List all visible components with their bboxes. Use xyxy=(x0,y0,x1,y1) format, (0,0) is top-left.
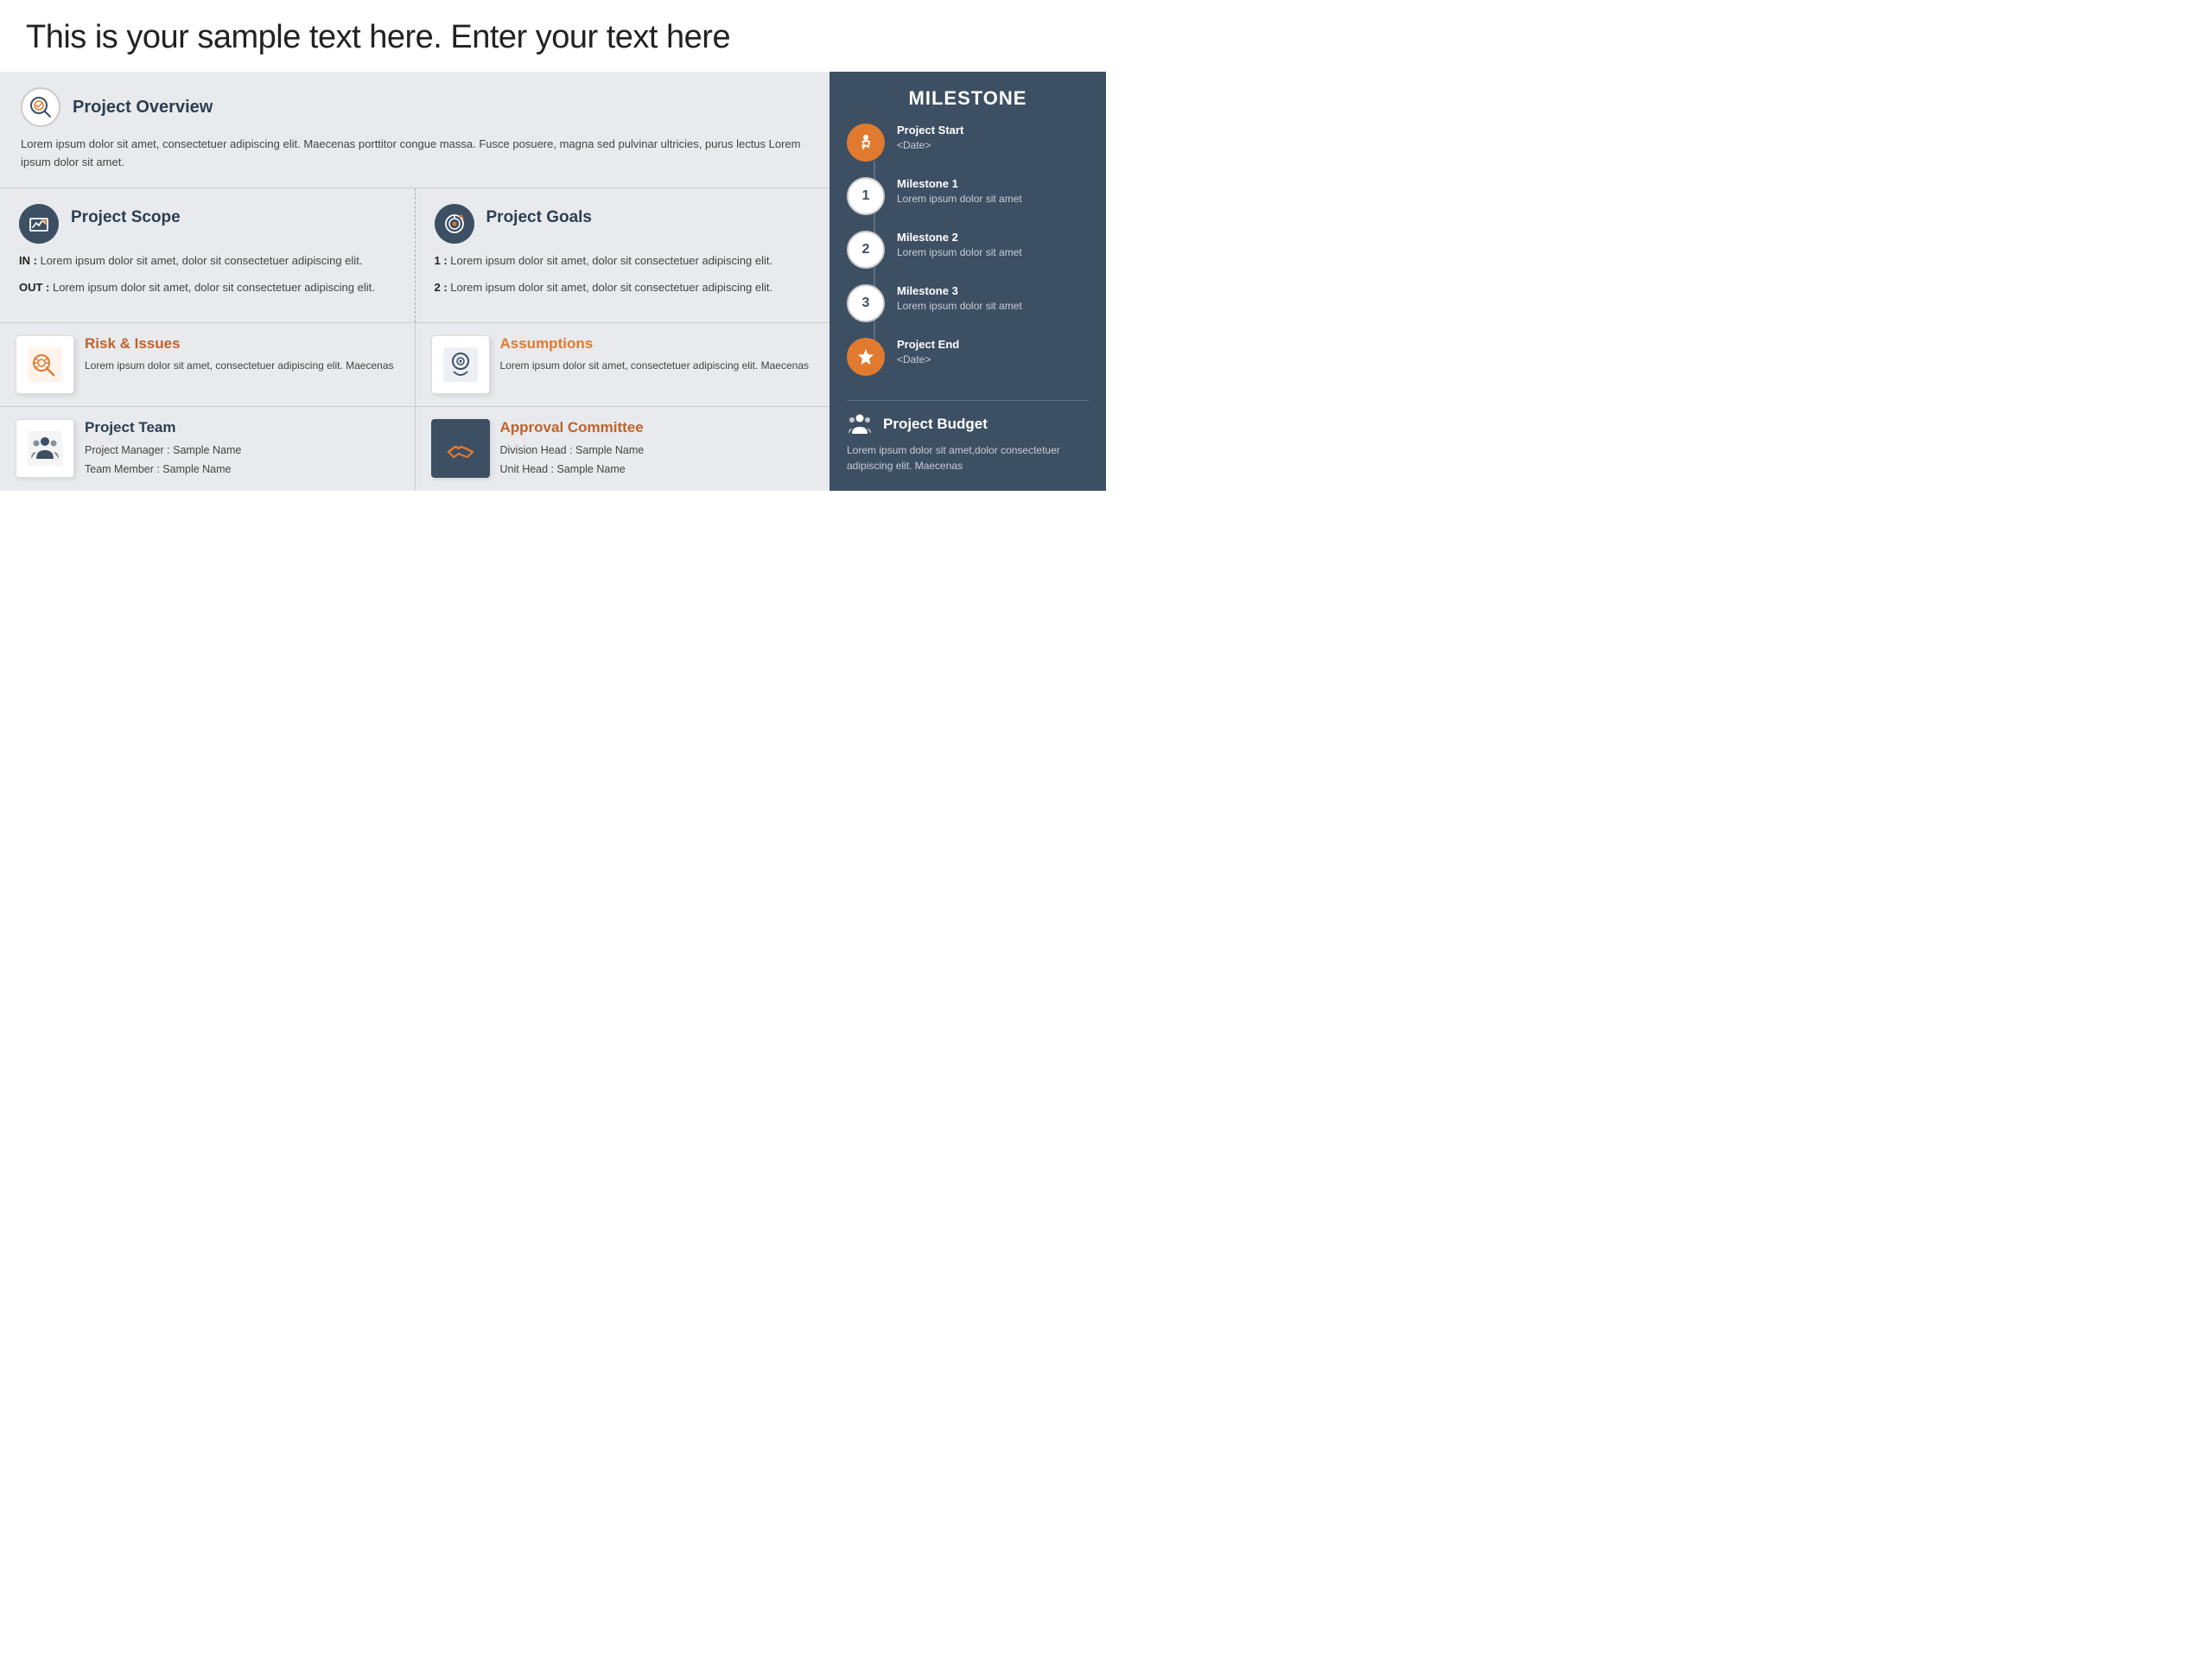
milestone-start: Project Start <Date> xyxy=(847,124,1089,162)
milestone-3: 3 Milestone 3 Lorem ipsum dolor sit amet xyxy=(847,284,1089,322)
approval-col: Approval Committee Division Head : Sampl… xyxy=(416,407,830,491)
goals-item2-text: Lorem ipsum dolor sit amet, dolor sit co… xyxy=(450,281,772,294)
goals-header: Project Goals xyxy=(435,204,811,244)
risk-icon xyxy=(26,346,64,384)
assumptions-text: Lorem ipsum dolor sit amet, consectetuer… xyxy=(500,358,810,374)
budget-text: Lorem ipsum dolor sit amet,dolor consect… xyxy=(847,442,1089,474)
budget-section: Project Budget Lorem ipsum dolor sit ame… xyxy=(847,400,1089,474)
overview-section: Project Overview Lorem ipsum dolor sit a… xyxy=(0,72,830,188)
team-icon-box xyxy=(16,419,74,478)
milestone-3-circle: 3 xyxy=(847,284,885,322)
scope-icon-circle xyxy=(19,204,59,244)
budget-title: Project Budget xyxy=(883,416,988,433)
scope-header: Project Scope xyxy=(19,204,396,244)
scope-in: IN : Lorem ipsum dolor sit amet, dolor s… xyxy=(19,252,396,270)
approval-text-block: Approval Committee Division Head : Sampl… xyxy=(500,419,645,479)
assumptions-text-block: Assumptions Lorem ipsum dolor sit amet, … xyxy=(500,335,810,374)
milestone-1-text: Milestone 1 Lorem ipsum dolor sit amet xyxy=(897,177,1022,207)
milestone-2-sublabel: Lorem ipsum dolor sit amet xyxy=(897,245,1022,260)
approval-unit: Unit Head : Sample Name xyxy=(500,461,645,479)
milestone-2-label: Milestone 2 xyxy=(897,231,1022,244)
overview-icon xyxy=(29,95,53,119)
goals-col: Project Goals 1 : Lorem ipsum dolor sit … xyxy=(416,188,830,322)
scope-col: Project Scope IN : Lorem ipsum dolor sit… xyxy=(0,188,416,322)
milestone-3-label: Milestone 3 xyxy=(897,284,1022,297)
left-panel: Project Overview Lorem ipsum dolor sit a… xyxy=(0,72,830,491)
team-title: Project Team xyxy=(85,419,241,436)
milestone-wrapper: Project Start <Date> 1 Milestone 1 Lorem… xyxy=(847,124,1089,391)
team-icon xyxy=(26,429,64,467)
assumptions-icon xyxy=(442,346,480,384)
milestone-3-text: Milestone 3 Lorem ipsum dolor sit amet xyxy=(897,284,1022,314)
right-panel: MILESTONE Project Start <Date> xyxy=(830,72,1106,491)
risk-text: Lorem ipsum dolor sit amet, consectetuer… xyxy=(85,358,394,374)
scope-icon xyxy=(27,212,51,236)
milestone-1-circle: 1 xyxy=(847,177,885,215)
goals-item1: 1 : Lorem ipsum dolor sit amet, dolor si… xyxy=(435,252,811,270)
budget-header: Project Budget xyxy=(847,413,1089,435)
scope-out-label: OUT : xyxy=(19,281,49,294)
run-icon xyxy=(856,133,875,152)
mid-section: Project Scope IN : Lorem ipsum dolor sit… xyxy=(0,188,830,323)
team-col: Project Team Project Manager : Sample Na… xyxy=(0,407,416,491)
scope-in-text: Lorem ipsum dolor sit amet, dolor sit co… xyxy=(41,254,363,267)
risk-assumptions-section: Risk & Issues Lorem ipsum dolor sit amet… xyxy=(0,323,830,408)
page-title: This is your sample text here. Enter you… xyxy=(0,0,1106,72)
milestone-start-circle xyxy=(847,124,885,162)
overview-text: Lorem ipsum dolor sit amet, consectetuer… xyxy=(21,136,809,172)
milestone-1-label: Milestone 1 xyxy=(897,177,1022,190)
approval-icon xyxy=(442,429,480,467)
scope-out: OUT : Lorem ipsum dolor sit amet, dolor … xyxy=(19,279,396,296)
goals-item1-text: Lorem ipsum dolor sit amet, dolor sit co… xyxy=(450,254,772,267)
goals-item1-label: 1 : xyxy=(435,254,448,267)
goals-item2: 2 : Lorem ipsum dolor sit amet, dolor si… xyxy=(435,279,811,296)
milestone-end-text: Project End <Date> xyxy=(897,338,959,367)
milestone-2-text: Milestone 2 Lorem ipsum dolor sit amet xyxy=(897,231,1022,260)
approval-division: Division Head : Sample Name xyxy=(500,442,645,460)
milestone-3-sublabel: Lorem ipsum dolor sit amet xyxy=(897,299,1022,314)
goals-item2-label: 2 : xyxy=(435,281,448,294)
budget-icon xyxy=(847,413,873,435)
milestone-2-circle: 2 xyxy=(847,231,885,269)
assumptions-icon-box xyxy=(431,335,490,394)
milestone-end-sublabel: <Date> xyxy=(897,353,959,367)
overview-header: Project Overview xyxy=(21,87,809,127)
team-member: Team Member : Sample Name xyxy=(85,461,241,479)
overview-icon-circle xyxy=(21,87,60,127)
milestone-start-text: Project Start <Date> xyxy=(897,124,963,153)
approval-icon-box xyxy=(431,419,490,478)
goals-title: Project Goals xyxy=(486,208,593,227)
milestone-start-label: Project Start xyxy=(897,124,963,137)
assumptions-title: Assumptions xyxy=(500,335,810,353)
milestone-header: MILESTONE xyxy=(847,72,1089,124)
approval-title: Approval Committee xyxy=(500,419,645,436)
risk-title: Risk & Issues xyxy=(85,335,394,353)
scope-out-text: Lorem ipsum dolor sit amet, dolor sit co… xyxy=(53,281,375,294)
budget-people-icon xyxy=(847,413,873,435)
milestone-end: Project End <Date> xyxy=(847,338,1089,376)
milestone-1: 1 Milestone 1 Lorem ipsum dolor sit amet xyxy=(847,177,1089,215)
risk-text-block: Risk & Issues Lorem ipsum dolor sit amet… xyxy=(85,335,394,374)
goals-icon xyxy=(442,212,467,236)
star-icon xyxy=(856,347,875,366)
scope-title: Project Scope xyxy=(71,208,181,227)
milestone-1-sublabel: Lorem ipsum dolor sit amet xyxy=(897,192,1022,207)
milestone-2: 2 Milestone 2 Lorem ipsum dolor sit amet xyxy=(847,231,1089,269)
risk-col: Risk & Issues Lorem ipsum dolor sit amet… xyxy=(0,323,416,407)
assumptions-col: Assumptions Lorem ipsum dolor sit amet, … xyxy=(416,323,830,407)
goals-icon-circle xyxy=(435,204,474,244)
risk-icon-box xyxy=(16,335,74,394)
team-text-block: Project Team Project Manager : Sample Na… xyxy=(85,419,241,479)
main-layout: Project Overview Lorem ipsum dolor sit a… xyxy=(0,72,1106,491)
overview-title: Project Overview xyxy=(73,98,213,118)
milestone-start-sublabel: <Date> xyxy=(897,138,963,153)
scope-in-label: IN : xyxy=(19,254,37,267)
team-manager: Project Manager : Sample Name xyxy=(85,442,241,460)
milestone-end-label: Project End xyxy=(897,338,959,351)
team-section: Project Team Project Manager : Sample Na… xyxy=(0,407,830,491)
milestone-end-circle xyxy=(847,338,885,376)
